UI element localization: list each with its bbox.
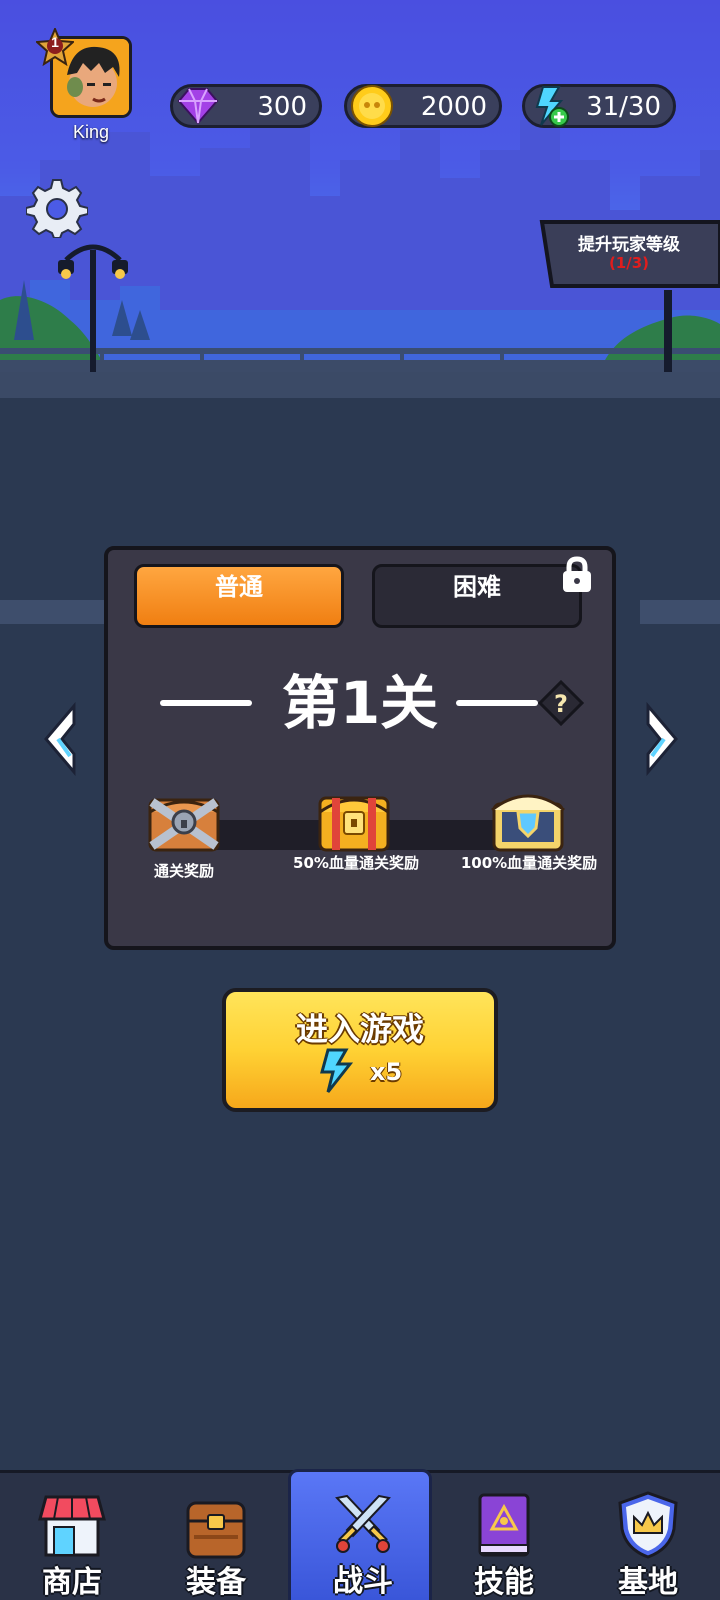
level-up-title: 提升玩家等级 [578,235,680,255]
reward-label-clear: 通关奖励 [153,862,214,880]
nav-tab-shop[interactable]: 商店 [0,1473,144,1600]
player-name: King [72,122,110,142]
lock-icon [563,556,591,592]
energy-bolt-icon [320,1048,354,1093]
nav-label-base: 基地 [618,1565,678,1600]
start-energy-cost: x5 [370,1058,403,1086]
backpack-icon [186,1501,246,1559]
bottom-nav: 商店 装备 战斗 技能 基地 [0,1469,720,1600]
nav-label-battle: 战斗 [333,1564,393,1599]
title-dash-right [456,700,538,706]
level-up-progress: (1/3) [608,254,650,272]
coin-icon [351,85,393,127]
start-game-button[interactable]: 进入游戏 x5 [222,988,498,1112]
mode-normal-button[interactable]: 普通 [134,564,344,628]
level-up-quest-button[interactable]: 提升玩家等级 (1/3) [538,218,720,290]
spellbook-icon [478,1493,530,1557]
crossed-swords-icon [335,1494,391,1553]
road-marking [0,600,104,624]
sidewalk-strip [0,372,720,398]
prev-stage-arrow-icon[interactable] [40,702,80,776]
shop-icon [38,1495,106,1557]
nav-tab-base[interactable]: 基地 [576,1473,720,1600]
road-marking [640,600,720,624]
energy-counter[interactable]: 31/30 [522,84,676,128]
start-game-label: 进入游戏 [295,1010,424,1048]
street-lamp [58,244,128,372]
lamp-post [664,290,672,372]
nav-label-skills: 技能 [474,1565,534,1600]
energy-bolt-icon [535,86,569,127]
settings-gear-icon[interactable] [26,176,88,238]
coin-counter[interactable]: 2000 [344,84,502,128]
crown-shield-icon [618,1491,678,1559]
stage-title: 第1关 [281,669,439,737]
nav-label-equipment: 装备 [186,1565,246,1600]
player-level-badge: 1 [34,26,76,67]
coin-value: 2000 [420,92,487,122]
reward-label-100: 100%血量通关奖励 [460,854,598,872]
gold-chest-icon[interactable] [314,782,394,856]
reward-label-50: 50%血量通关奖励 [293,854,419,872]
energy-value: 31/30 [586,92,661,122]
nav-label-shop: 商店 [42,1565,102,1600]
gem-value: 300 [257,92,307,122]
nav-tab-skills[interactable]: 技能 [432,1473,576,1600]
gem-counter[interactable]: 300 [170,84,322,128]
player-level-value: 1 [51,34,59,50]
nav-tab-battle[interactable]: 战斗 [288,1469,432,1600]
help-question-icon[interactable]: ? [538,680,584,726]
svg-text:?: ? [554,690,568,718]
royal-chest-icon[interactable] [488,782,568,856]
stage-panel: 普通 困难 第1关 ? 通关奖励 50%血量通关奖励 100%血量通关奖励 [104,546,616,950]
gem-icon [177,88,219,125]
nav-tab-equipment[interactable]: 装备 [144,1473,288,1600]
silver-chest-icon[interactable] [144,782,224,856]
next-stage-arrow-icon[interactable] [642,702,682,776]
mode-hard-button[interactable]: 困难 [372,564,582,628]
